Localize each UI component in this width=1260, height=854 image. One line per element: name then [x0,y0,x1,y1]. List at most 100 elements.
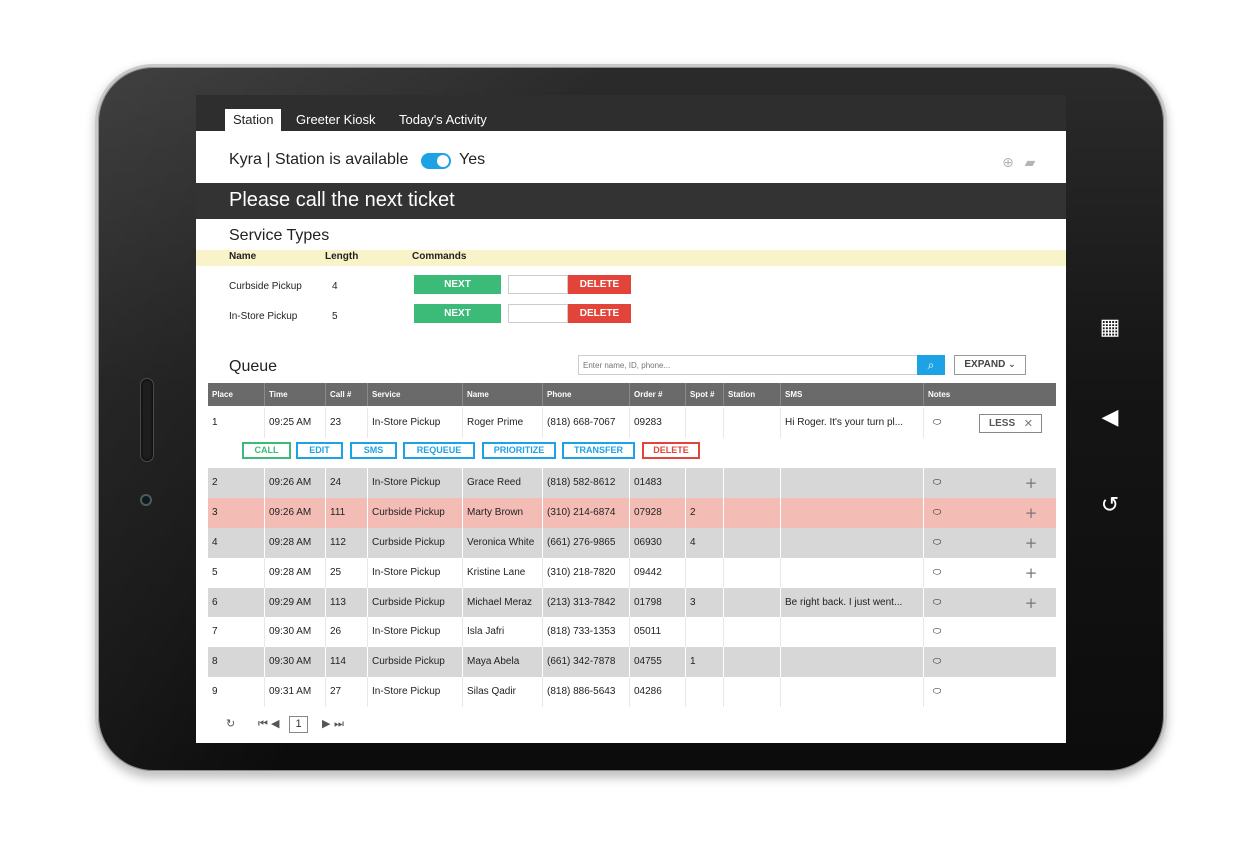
cell-order: 04286 [630,677,686,707]
next-button[interactable]: NEXT [414,275,501,294]
refresh-icon[interactable]: ↻ [226,717,235,730]
table-row[interactable]: 8 09:30 AM 114 Curbside Pickup Maya Abela (66… [208,647,1056,677]
search-icon[interactable]: ⌕ [917,355,945,375]
tab-bar: Station Greeter Kiosk Today's Activity [196,95,1066,131]
note-bubble-icon[interactable]: ⬭ [930,408,944,438]
queue-title: Queue [229,358,278,375]
cell-sms [781,498,924,528]
cell-phone: (818) 668-7067 [543,408,630,438]
cell-service: In-Store Pickup [368,677,463,707]
cell-sms [781,617,924,647]
prev-page-icon[interactable]: ◀ [271,717,279,730]
col-header-time: Time [265,383,326,406]
service-length: 4 [332,281,338,292]
menu-grid-icon[interactable]: ▦ [1096,314,1124,342]
table-row[interactable]: 6 09:29 AM 113 Curbside Pickup Michael Meraz… [208,588,1056,618]
note-bubble-icon[interactable]: ⬭ [930,617,944,647]
cell-name: Kristine Lane [463,558,543,588]
plus-icon[interactable]: + [1024,528,1038,558]
delete-ticket-button[interactable]: DELETE [642,442,700,459]
cell-time: 09:28 AM [265,558,326,588]
tab-station[interactable]: Station [225,109,282,131]
plus-icon[interactable]: + [1024,588,1038,618]
plus-icon[interactable]: + [1024,558,1038,588]
last-page-icon[interactable]: ⏭ [334,717,344,731]
cell-service: Curbside Pickup [368,528,463,558]
globe-icon[interactable]: ⊕ [1000,155,1016,171]
blank-command-button[interactable] [508,304,568,323]
cell-spot [686,617,724,647]
close-icon[interactable]: ✕ [1024,415,1033,432]
cell-call: 23 [326,408,368,438]
cell-name: Grace Reed [463,468,543,498]
prioritize-button[interactable]: PRIORITIZE [482,442,556,459]
table-row[interactable]: 9 09:31 AM 27 In-Store Pickup Silas Qadir (81… [208,677,1056,707]
table-row[interactable]: 4 09:28 AM 112 Curbside Pickup Veronica Whit… [208,528,1056,558]
table-row[interactable]: 1 09:25 AM 23 In-Store Pickup Roger Prime (81… [208,408,1056,438]
table-row[interactable]: 7 09:30 AM 26 In-Store Pickup Isla Jafri (818… [208,617,1056,647]
cell-station [724,408,781,438]
col-header-call: Call # [326,383,368,406]
service-types-title: Service Types [229,227,330,244]
service-name: In-Store Pickup [229,311,298,322]
availability-toggle[interactable] [421,153,451,169]
call-banner-title: Please call the next ticket [229,189,455,211]
cell-sms [781,558,924,588]
cell-station [724,617,781,647]
transfer-button[interactable]: TRANSFER [562,442,635,459]
cell-spot [686,408,724,438]
expand-button[interactable]: EXPAND ⌄ [954,355,1026,375]
note-bubble-icon[interactable]: ⬭ [930,468,944,498]
next-page-icon[interactable]: ▶ [322,717,330,730]
col-header-length: Length [325,251,359,262]
next-button[interactable]: NEXT [414,304,501,323]
col-header-name: Name [229,251,257,262]
tab-todays-activity[interactable]: Today's Activity [391,109,495,131]
cell-order: 01798 [630,588,686,618]
cell-time: 09:30 AM [265,617,326,647]
back-icon[interactable]: ◀ [1096,404,1124,432]
note-bubble-icon[interactable]: ⬭ [930,558,944,588]
edit-button[interactable]: EDIT [296,442,343,459]
cell-name: Isla Jafri [463,617,543,647]
table-row[interactable]: 5 09:28 AM 25 In-Store Pickup Kristine Lane(… [208,558,1056,588]
cell-call: 114 [326,647,368,677]
cell-phone: (310) 218-7820 [543,558,630,588]
delete-button[interactable]: DELETE [568,304,631,323]
cell-call: 113 [326,588,368,618]
cell-name: Veronica White [463,528,543,558]
toggle-label: Yes [459,151,486,168]
requeue-button[interactable]: REQUEUE [403,442,475,459]
table-row[interactable]: 2 09:26 AM 24 In-Store Pickup Grace Reed (818… [208,468,1056,498]
cell-station [724,558,781,588]
plus-icon[interactable]: + [1024,468,1038,498]
cell-place: 7 [208,617,265,647]
col-header-commands: Commands [412,251,467,262]
tab-greeter-kiosk[interactable]: Greeter Kiosk [288,109,383,131]
chat-bubble-icon[interactable]: ▰ [1022,155,1038,171]
less-button[interactable]: LESS ✕ [979,414,1042,433]
blank-command-button[interactable] [508,275,568,294]
plus-icon[interactable]: + [1024,498,1038,528]
cell-time: 09:26 AM [265,498,326,528]
note-bubble-icon[interactable]: ⬭ [930,588,944,618]
col-header-order: Order # [630,383,686,406]
cell-place: 9 [208,677,265,707]
page-number[interactable]: 1 [289,716,308,733]
cell-order: 09442 [630,558,686,588]
cell-name: Marty Brown [463,498,543,528]
note-bubble-icon[interactable]: ⬭ [930,647,944,677]
cell-call: 24 [326,468,368,498]
call-button[interactable]: CALL [242,442,291,459]
note-bubble-icon[interactable]: ⬭ [930,677,944,707]
cell-place: 3 [208,498,265,528]
sms-button[interactable]: SMS [350,442,397,459]
rotate-icon[interactable]: ↺ [1096,492,1124,520]
service-types-header: Name Length Commands [196,250,1066,266]
delete-button[interactable]: DELETE [568,275,631,294]
queue-search-input[interactable] [583,358,913,372]
note-bubble-icon[interactable]: ⬭ [930,498,944,528]
first-page-icon[interactable]: ⏮ [258,717,268,731]
table-row-highlighted[interactable]: 3 09:26 AM 111 Curbside Pickup Marty Brown (3… [208,498,1056,528]
note-bubble-icon[interactable]: ⬭ [930,528,944,558]
